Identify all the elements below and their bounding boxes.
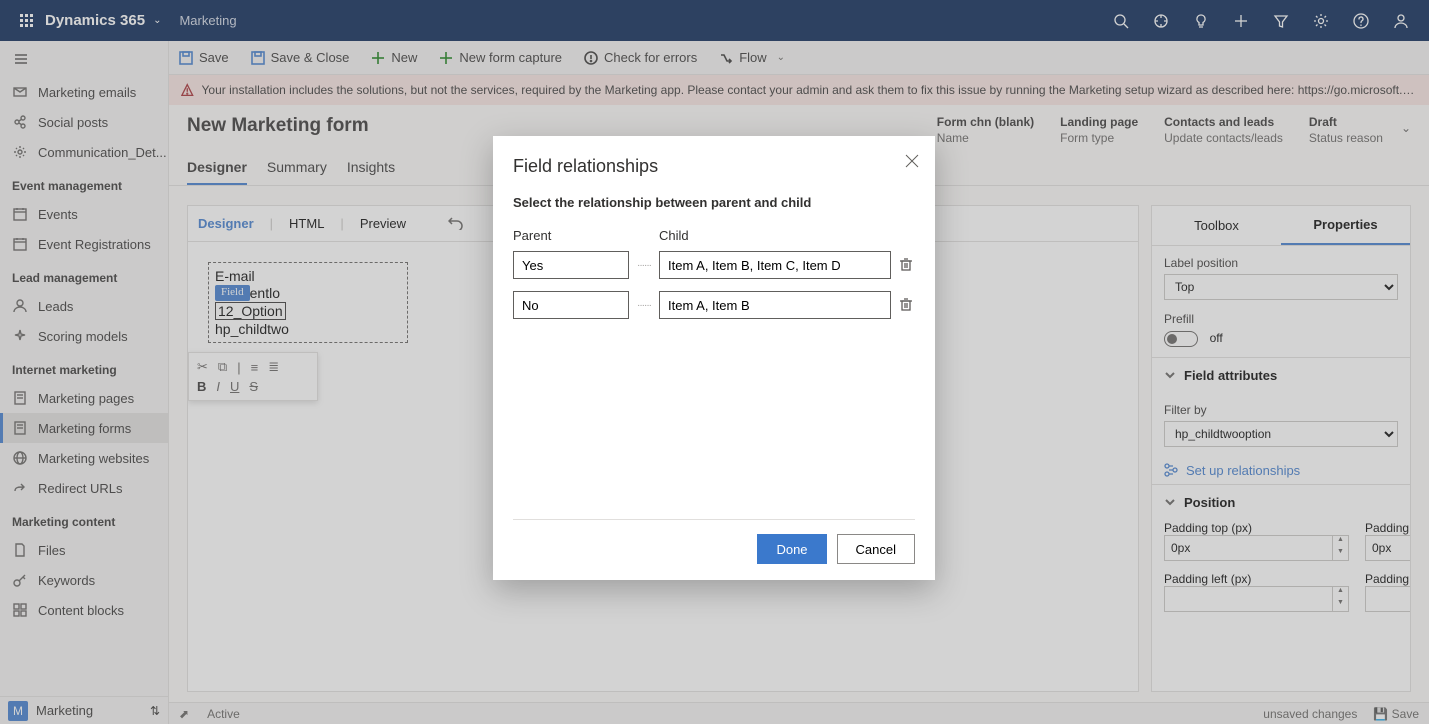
cancel-button[interactable]: Cancel [837, 534, 915, 564]
delete-icon[interactable] [899, 297, 915, 313]
child-input[interactable] [659, 291, 891, 319]
dialog-subtitle: Select the relationship between parent a… [513, 195, 915, 210]
parent-input[interactable] [513, 291, 629, 319]
child-input[interactable] [659, 251, 891, 279]
done-button[interactable]: Done [757, 534, 826, 564]
field-relationships-dialog: Field relationships Select the relations… [493, 136, 935, 580]
child-column-header: Child [659, 228, 915, 243]
connector-icon: ······ [637, 260, 651, 271]
parent-column-header: Parent [513, 228, 629, 243]
relationship-row: ······ [513, 291, 915, 319]
close-icon[interactable] [905, 154, 919, 171]
delete-icon[interactable] [899, 257, 915, 273]
dialog-title: Field relationships [513, 156, 915, 177]
parent-input[interactable] [513, 251, 629, 279]
connector-icon: ······ [637, 300, 651, 311]
relationship-row: ······ [513, 251, 915, 279]
